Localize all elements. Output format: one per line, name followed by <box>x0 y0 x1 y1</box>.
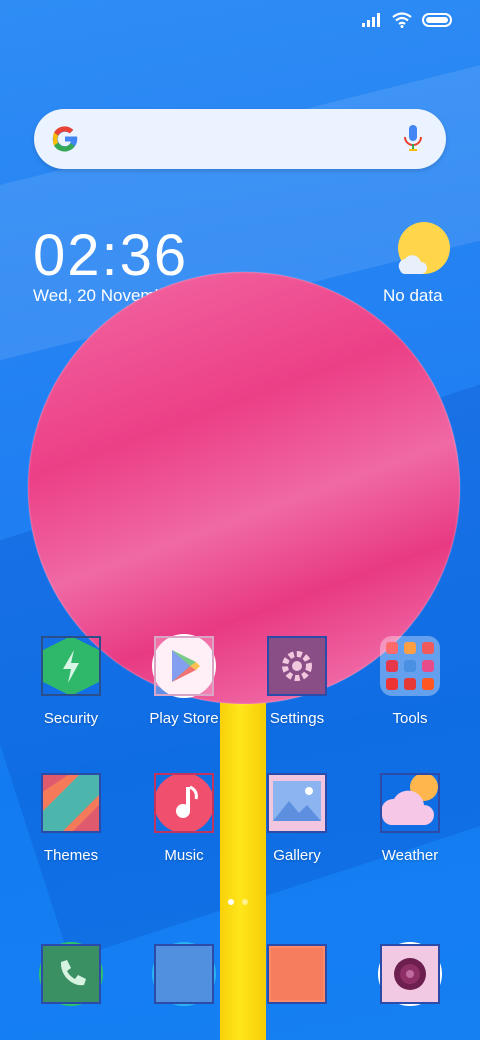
mic-icon[interactable] <box>404 125 422 153</box>
wifi-icon <box>392 12 412 28</box>
google-search-bar[interactable] <box>34 109 446 169</box>
security-icon <box>41 636 101 696</box>
dock-phone[interactable] <box>16 942 126 1006</box>
phone-icon <box>39 942 103 1006</box>
page-indicator <box>228 899 248 905</box>
clock-time[interactable]: 02:36 <box>33 222 188 289</box>
page-dot-active <box>228 899 234 905</box>
page-dot <box>242 899 248 905</box>
app-label: Settings <box>269 710 325 727</box>
app-play-store[interactable]: Play Store <box>129 634 239 727</box>
app-weather[interactable]: Weather <box>355 773 465 864</box>
app-music[interactable]: Music <box>129 773 239 864</box>
weather-status[interactable]: No data <box>383 286 443 306</box>
sun-cloud-icon[interactable] <box>396 222 452 278</box>
status-bar <box>362 12 452 28</box>
google-icon <box>52 126 78 152</box>
dock-browser[interactable] <box>242 944 352 1004</box>
app-settings[interactable]: Settings <box>242 636 352 727</box>
dock-messages[interactable] <box>129 942 239 1006</box>
app-themes[interactable]: Themes <box>16 773 126 864</box>
dock-camera[interactable] <box>355 942 465 1006</box>
app-label: Tools <box>392 710 428 727</box>
music-icon <box>154 773 214 833</box>
app-label: Music <box>164 847 204 864</box>
app-gallery[interactable]: Gallery <box>242 773 352 864</box>
app-label: Security <box>43 710 99 727</box>
tools-folder-icon <box>380 636 440 696</box>
browser-icon <box>267 944 327 1004</box>
app-label: Play Store <box>149 710 219 727</box>
app-label: Weather <box>381 847 439 864</box>
app-label: Themes <box>43 847 99 864</box>
camera-icon <box>378 942 442 1006</box>
messages-icon <box>152 942 216 1006</box>
battery-icon <box>422 13 452 27</box>
signal-icon <box>362 13 380 27</box>
app-label: Gallery <box>273 847 321 864</box>
app-tools-folder[interactable]: Tools <box>355 636 465 727</box>
play-store-icon <box>152 634 216 698</box>
app-security[interactable]: Security <box>16 636 126 727</box>
themes-icon <box>41 773 101 833</box>
weather-icon <box>380 773 440 833</box>
gallery-icon <box>267 773 327 833</box>
settings-icon <box>267 636 327 696</box>
